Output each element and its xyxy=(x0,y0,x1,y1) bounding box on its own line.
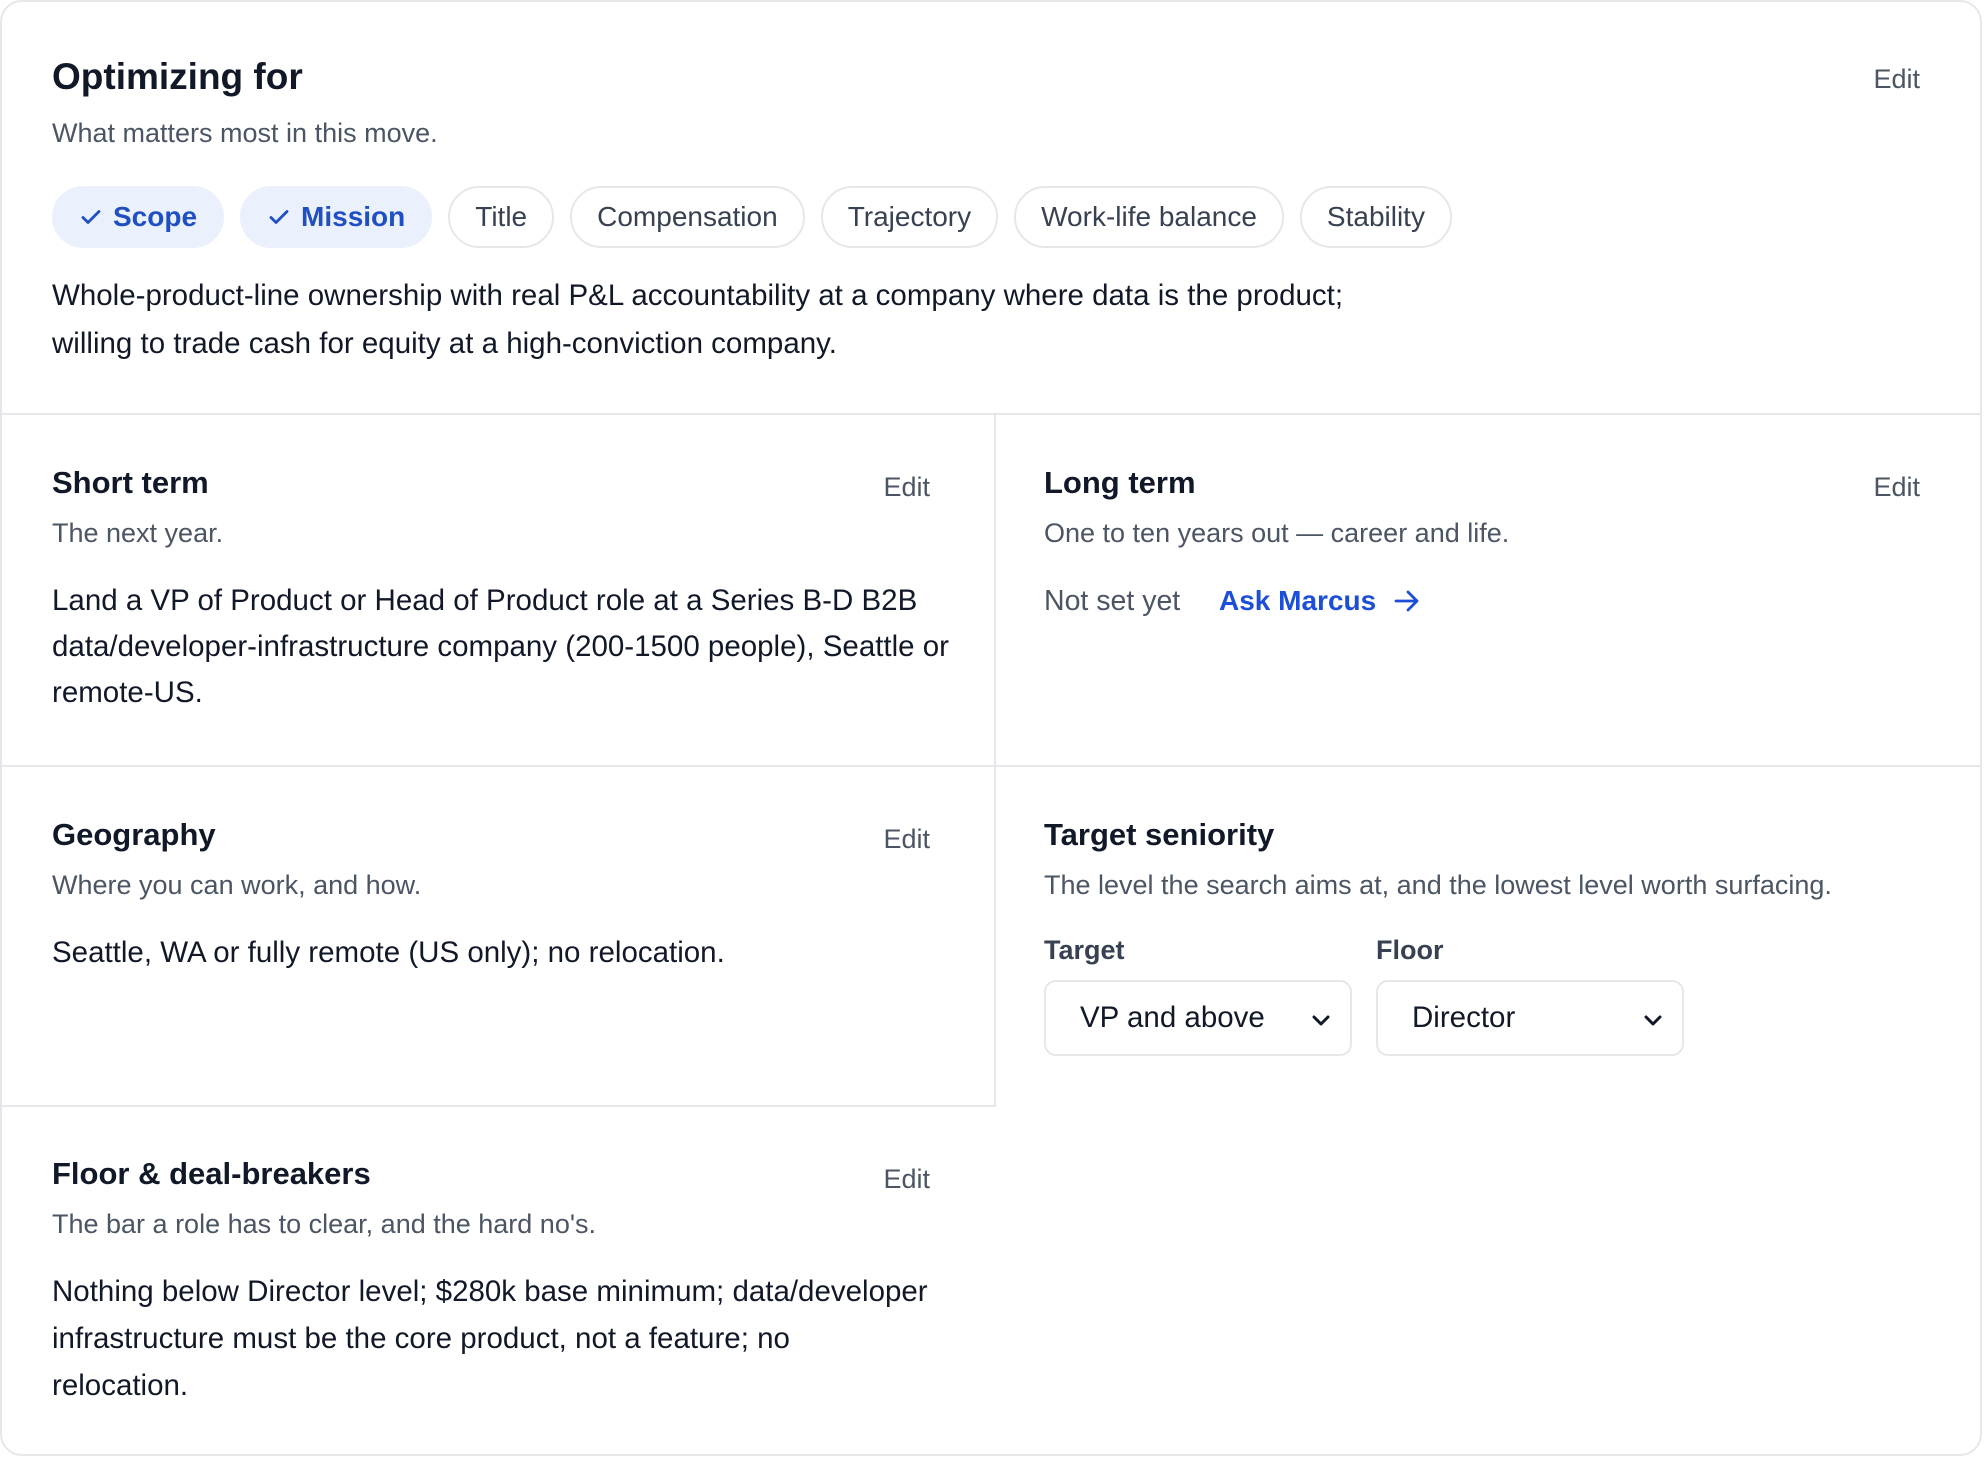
geography-edit-button[interactable]: Edit xyxy=(883,824,930,855)
chip-label: Title xyxy=(475,201,528,232)
floor-subtitle: The bar a role has to clear, and the har… xyxy=(52,1209,596,1239)
short-term-subtitle: The next year. xyxy=(52,518,224,548)
short-term-body: Land a VP of Product or Head of Product … xyxy=(52,584,949,709)
floor-title: Floor & deal-breakers xyxy=(52,1156,371,1191)
floor-select[interactable]: Director xyxy=(1376,980,1684,1056)
optimizing-subtitle: What matters most in this move. xyxy=(52,118,438,148)
chip-trajectory[interactable]: Trajectory xyxy=(820,186,999,248)
optimizing-description: Whole-product-line ownership with real P… xyxy=(52,279,1344,360)
geography-section: Geography Edit Where you can work, and h… xyxy=(2,767,994,1107)
seniority-subtitle: The level the search aims at, and the lo… xyxy=(1044,870,1832,900)
check-icon xyxy=(81,210,101,224)
short-term-section: Short term Edit The next year. Land a VP… xyxy=(2,415,994,765)
seniority-title: Target seniority xyxy=(1044,817,1275,852)
optimizing-edit-button[interactable]: Edit xyxy=(1873,64,1920,95)
optimizing-title: Optimizing for xyxy=(52,56,303,97)
floor-label: Floor xyxy=(1376,935,1444,965)
chip-mission[interactable]: Mission xyxy=(240,186,433,248)
target-select[interactable]: VP and above xyxy=(1044,980,1352,1056)
floor-body: Nothing below Director level; $280k base… xyxy=(52,1275,928,1402)
long-term-section: Long term Edit One to ten years out — ca… xyxy=(996,415,1980,765)
short-term-edit-button[interactable]: Edit xyxy=(883,472,930,503)
long-term-title: Long term xyxy=(1044,465,1196,500)
ask-marcus-label: Ask Marcus xyxy=(1219,585,1377,616)
chip-title[interactable]: Title xyxy=(448,186,555,248)
chip-label: Compensation xyxy=(597,201,778,232)
chip-label: Stability xyxy=(1326,201,1425,232)
chip-compensation[interactable]: Compensation xyxy=(570,186,805,248)
floor-select-value: Director xyxy=(1412,1001,1516,1034)
target-select-value: VP and above xyxy=(1080,1001,1265,1034)
chip-label: Trajectory xyxy=(847,201,972,232)
check-icon xyxy=(269,210,289,224)
long-term-subtitle: One to ten years out — career and life. xyxy=(1044,518,1510,548)
chip-label: Mission xyxy=(301,201,406,232)
target-seniority-section: Target seniority The level the search ai… xyxy=(996,767,1980,1107)
chevron-down-icon xyxy=(1644,1015,1662,1026)
long-term-edit-button[interactable]: Edit xyxy=(1873,472,1920,503)
chip-scope[interactable]: Scope xyxy=(52,186,225,248)
short-term-title: Short term xyxy=(52,465,209,500)
chevron-down-icon xyxy=(1312,1015,1330,1026)
chip-label: Scope xyxy=(113,201,198,232)
priority-chips: Scope Mission Title Compensation Traject… xyxy=(52,186,1452,248)
chip-stability[interactable]: Stability xyxy=(1299,186,1452,248)
optimizing-section: Optimizing for Edit What matters most in… xyxy=(2,2,1980,414)
floor-edit-button[interactable]: Edit xyxy=(883,1164,930,1195)
target-label: Target xyxy=(1044,935,1125,965)
ask-marcus-link[interactable]: Ask Marcus xyxy=(1219,585,1422,617)
arrow-right-icon xyxy=(1394,590,1419,612)
geography-body: Seattle, WA or fully remote (US only); n… xyxy=(52,936,725,969)
geography-title: Geography xyxy=(52,817,216,852)
chip-work-life-balance[interactable]: Work-life balance xyxy=(1014,186,1284,248)
preferences-card: Optimizing for Edit What matters most in… xyxy=(0,0,1982,1456)
geography-subtitle: Where you can work, and how. xyxy=(52,870,422,900)
long-term-empty-text: Not set yet xyxy=(1044,585,1181,617)
floor-section: Floor & deal-breakers Edit The bar a rol… xyxy=(2,1107,994,1454)
chip-label: Work-life balance xyxy=(1041,201,1257,232)
